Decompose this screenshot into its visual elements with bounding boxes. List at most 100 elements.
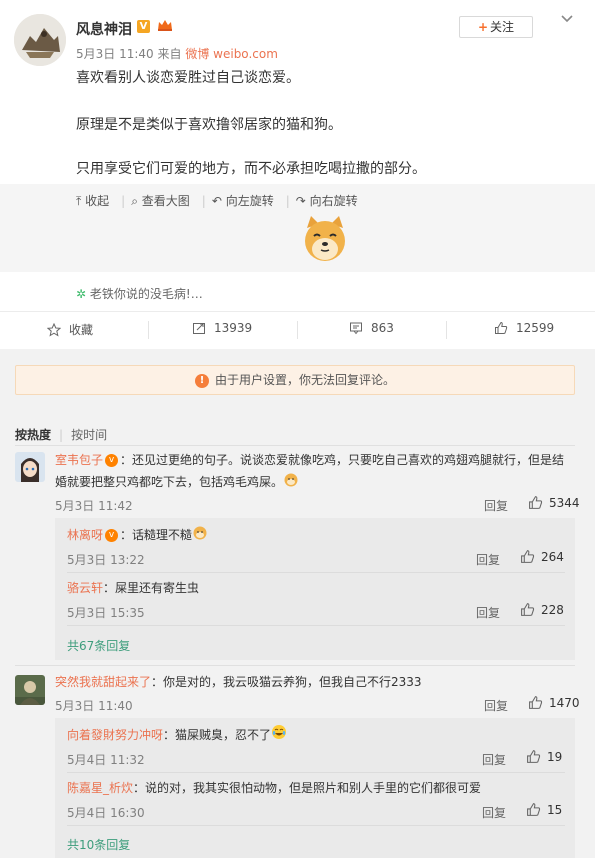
reply-time: 5月4日 16:30 xyxy=(67,806,145,820)
commenter-name[interactable]: 室韦包子 xyxy=(55,453,103,467)
replier-name[interactable]: 林离呀 xyxy=(67,528,103,542)
thumbs-up-icon xyxy=(529,496,543,509)
crown-icon xyxy=(157,18,173,36)
reply-text: 屎里还有寄生虫 xyxy=(115,581,200,595)
rotate-right-tool[interactable]: ↷ 向右旋转 xyxy=(296,194,358,208)
like-count: 12599 xyxy=(516,321,555,335)
reply-text: 话糙理不糙 xyxy=(132,528,193,542)
clover-icon: ✲ xyxy=(76,287,87,301)
rotate-left-label: 向左旋转 xyxy=(225,194,274,208)
reply-button[interactable]: 回复 xyxy=(476,604,500,621)
comment-text: 还见过更绝的句子。说谈恋爱就像吃鸡，只要吃自己喜欢的鸡翅鸡腿就行，但是结 xyxy=(132,453,565,467)
collapse-tool[interactable]: ⤒ 收起 xyxy=(76,194,109,208)
doge-emoji-icon xyxy=(283,471,299,494)
sort-tabs: 按热度 | 按时间 xyxy=(15,426,107,443)
commenter-avatar[interactable] xyxy=(15,675,45,705)
bubble-text: 老铁你说的没毛病!… xyxy=(89,287,203,301)
post-text-line-3: 只用享受它们可爱的地方，而不必承担吃喝拉撒的部分。 xyxy=(76,161,426,177)
favorite-label: 收藏 xyxy=(69,323,94,337)
reply-item: 向着發財努力冲呀：猫屎贼臭，忍不了 xyxy=(67,724,287,747)
reply-button[interactable]: 回复 xyxy=(482,751,506,768)
rotate-left-tool[interactable]: ↶ 向左旋转 xyxy=(212,194,274,208)
replier-name[interactable]: 骆云轩 xyxy=(67,581,103,595)
author-name[interactable]: 风息神泪 xyxy=(76,19,132,39)
commenter-avatar[interactable] xyxy=(15,452,45,482)
reply-text: 猫屎贼臭，忍不了 xyxy=(175,728,272,742)
comment-like-count: 5344 xyxy=(549,495,580,510)
repost-button[interactable]: 13939 xyxy=(192,321,252,335)
rotate-right-label: 向右旋转 xyxy=(309,194,358,208)
collapse-label: 收起 xyxy=(85,194,110,208)
comment-time: 5月3日 11:42 xyxy=(55,499,133,513)
laugh-cry-emoji-icon xyxy=(271,724,287,747)
more-replies-link[interactable]: 共10条回复 xyxy=(67,836,130,853)
divider xyxy=(67,625,565,626)
thumbs-up-icon xyxy=(495,321,508,334)
comment-icon xyxy=(350,322,362,335)
reply-time: 5月3日 15:35 xyxy=(67,606,145,620)
reply-button[interactable]: 回复 xyxy=(484,497,508,514)
comment-body: 突然我就甜起来了：你是对的，我云吸猫云养狗，但我自己不行2333 xyxy=(55,675,422,689)
divider xyxy=(297,321,298,339)
divider: | xyxy=(201,194,206,208)
chevron-down-icon[interactable] xyxy=(560,12,574,28)
divider: | xyxy=(285,194,290,208)
reply-item: 陈嘉星_析炊：说的对，我其实很怕动物，但是照片和别人手里的它们都很可爱 xyxy=(67,781,482,795)
reply-button[interactable]: 回复 xyxy=(484,697,508,714)
post-text-line-1: 喜欢看别人谈恋爱胜过自己谈恋爱。 xyxy=(76,70,300,86)
notice-bar: ! 由于用户设置，你无法回复评论。 xyxy=(15,365,575,395)
comment-body-cont: 婚就要把整只鸡都吃下去，包括鸡毛鸡屎。 xyxy=(55,471,299,494)
reply-like-button[interactable]: 228 xyxy=(520,602,564,617)
reply-like-button[interactable]: 264 xyxy=(520,549,564,564)
comment-like-count: 1470 xyxy=(549,695,580,710)
more-replies-link[interactable]: 共67条回复 xyxy=(67,637,130,654)
divider xyxy=(148,321,149,339)
comment-like-button[interactable]: 5344 xyxy=(528,495,580,510)
member-badge-icon: v xyxy=(105,529,119,542)
post-meta: 5月3日 11:40 来自 微博 weibo.com xyxy=(76,45,278,62)
reply-like-button[interactable]: 19 xyxy=(526,749,562,764)
warning-icon: ! xyxy=(194,373,209,388)
reply-time: 5月3日 13:22 xyxy=(67,553,145,567)
rotate-left-icon: ↶ xyxy=(211,194,222,208)
divider: | xyxy=(121,194,126,208)
tab-sort-hot[interactable]: 按热度 xyxy=(15,428,51,442)
follow-button[interactable]: + 关注 xyxy=(459,16,533,38)
post-text-line-2: 原理是不是类似于喜欢撸邻居家的猫和狗。 xyxy=(76,117,342,133)
reply-button[interactable]: 回复 xyxy=(476,551,500,568)
divider xyxy=(67,772,565,773)
collapse-icon: ⤒ xyxy=(76,194,82,208)
doge-emoji-image[interactable] xyxy=(301,214,349,264)
reply-like-count: 15 xyxy=(547,802,563,817)
replier-name[interactable]: 向着發財努力冲呀 xyxy=(67,728,163,742)
thumbs-up-icon xyxy=(527,803,541,816)
like-button[interactable]: 12599 xyxy=(494,321,554,335)
comment-text-cont: 婚就要把整只鸡都吃下去，包括鸡毛鸡屎。 xyxy=(55,475,284,489)
divider xyxy=(15,665,575,666)
comment-time: 5月3日 11:40 xyxy=(55,699,133,713)
notice-text: 由于用户设置，你无法回复评论。 xyxy=(214,373,395,387)
comment-like-button[interactable]: 1470 xyxy=(528,695,580,710)
reply-like-button[interactable]: 15 xyxy=(526,802,562,817)
divider xyxy=(15,445,575,446)
reply-time: 5月4日 11:32 xyxy=(67,753,145,767)
comment-button[interactable]: 863 xyxy=(349,321,394,335)
favorite-button[interactable]: 收藏 xyxy=(47,321,93,338)
trending-bubble[interactable]: ✲ 老铁你说的没毛病!… xyxy=(76,285,203,302)
divider: | xyxy=(59,428,64,442)
reply-button[interactable]: 回复 xyxy=(482,804,506,821)
replier-name[interactable]: 陈嘉星_析炊 xyxy=(67,781,133,795)
reply-like-count: 264 xyxy=(541,549,564,564)
post-source[interactable]: 微博 weibo.com xyxy=(185,47,278,61)
author-avatar[interactable] xyxy=(14,14,66,66)
view-large-tool[interactable]: ⌕ 查看大图 xyxy=(131,194,190,208)
thumbs-up-icon xyxy=(527,750,541,763)
divider xyxy=(67,572,565,573)
tab-sort-time[interactable]: 按时间 xyxy=(71,428,107,442)
comment-count: 863 xyxy=(371,321,394,335)
commenter-name[interactable]: 突然我就甜起来了 xyxy=(55,675,151,689)
doge-emoji-icon xyxy=(192,524,208,547)
star-icon xyxy=(47,322,61,337)
post-date[interactable]: 5月3日 11:40 xyxy=(76,47,154,61)
divider xyxy=(446,321,447,339)
